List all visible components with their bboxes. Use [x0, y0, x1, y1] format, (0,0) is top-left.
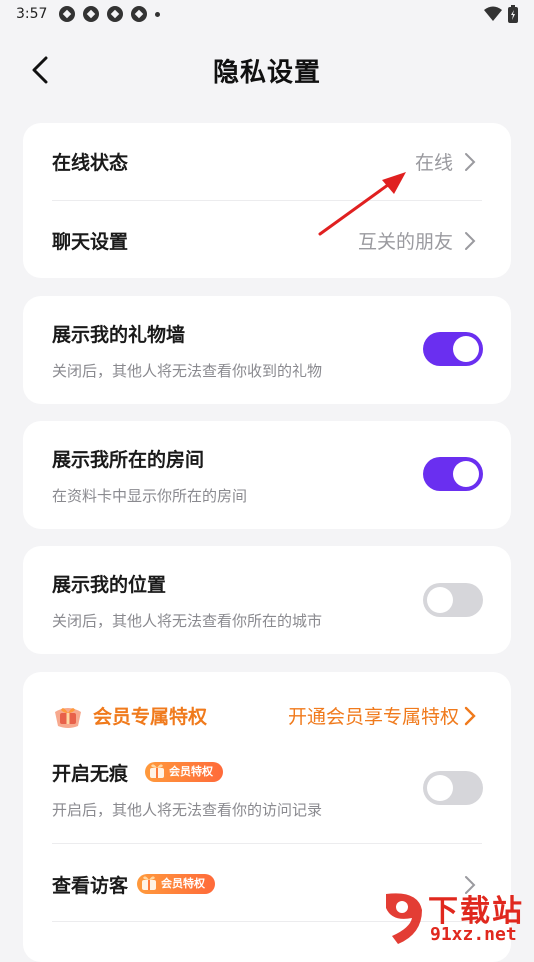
watermark-icon — [386, 893, 422, 944]
battery-icon — [508, 5, 518, 23]
notification-icon — [131, 6, 148, 22]
gift-icon — [150, 764, 164, 778]
annotation-arrow-icon — [318, 172, 406, 236]
incognito-desc: 开启后，其他人将无法查看你的访问记录 — [52, 801, 323, 819]
location-card: 展示我的位置 关闭后，其他人将无法查看你所在的城市 — [23, 546, 511, 654]
watermark-logo: 下载站 91xz.net — [378, 886, 528, 948]
vip-badge: 会员特权 — [145, 762, 223, 782]
wifi-icon — [484, 6, 502, 21]
notification-icon — [59, 6, 76, 22]
notification-icon — [107, 6, 124, 22]
header: 隐私设置 — [0, 40, 534, 100]
online-status-value: 在线 — [414, 152, 453, 174]
location-desc: 关闭后，其他人将无法查看你所在的城市 — [52, 612, 323, 630]
chevron-right-icon — [465, 153, 476, 171]
gift-wall-label: 展示我的礼物墙 — [52, 324, 186, 346]
chevron-right-icon — [464, 706, 476, 726]
gift-icon — [55, 708, 81, 728]
notification-icons — [59, 6, 161, 22]
room-label: 展示我所在的房间 — [52, 449, 205, 471]
gift-wall-desc: 关闭后，其他人将无法查看你收到的礼物 — [52, 362, 323, 380]
notification-icon — [83, 6, 100, 22]
visitors-label: 查看访客 — [52, 875, 129, 897]
gift-wall-toggle[interactable] — [423, 332, 483, 366]
status-chat-card: 在线状态 在线 聊天设置 互关的朋友 — [23, 123, 511, 278]
vip-badge: 会员特权 — [137, 874, 215, 894]
chat-settings-row[interactable]: 聊天设置 互关的朋友 — [23, 201, 511, 278]
incognito-toggle[interactable] — [423, 771, 483, 805]
room-card: 展示我所在的房间 在资料卡中显示你所在的房间 — [23, 421, 511, 529]
room-desc: 在资料卡中显示你所在的房间 — [52, 487, 248, 505]
vip-badge-text: 会员特权 — [161, 877, 205, 890]
incognito-label: 开启无痕 — [52, 763, 129, 785]
page-title: 隐私设置 — [212, 58, 321, 88]
status-right-icons — [484, 5, 518, 23]
gift-icon — [142, 876, 156, 890]
status-bar: 3:57 — [0, 0, 534, 28]
location-label: 展示我的位置 — [52, 574, 167, 596]
chat-settings-label: 聊天设置 — [52, 231, 129, 253]
watermark-url: 91xz.net — [430, 924, 517, 945]
open-vip-link[interactable]: 开通会员享专属特权 — [288, 702, 459, 729]
status-time: 3:57 — [16, 6, 48, 22]
online-status-row[interactable]: 在线状态 在线 — [23, 123, 511, 200]
chevron-right-icon — [465, 232, 476, 250]
online-status-label: 在线状态 — [52, 152, 129, 174]
vip-section-title: 会员专属特权 — [93, 706, 208, 728]
gift-wall-card: 展示我的礼物墙 关闭后，其他人将无法查看你收到的礼物 — [23, 296, 511, 404]
location-toggle[interactable] — [423, 583, 483, 617]
vip-badge-text: 会员特权 — [169, 765, 213, 778]
more-notifications-dot — [155, 11, 161, 17]
room-toggle[interactable] — [423, 457, 483, 491]
